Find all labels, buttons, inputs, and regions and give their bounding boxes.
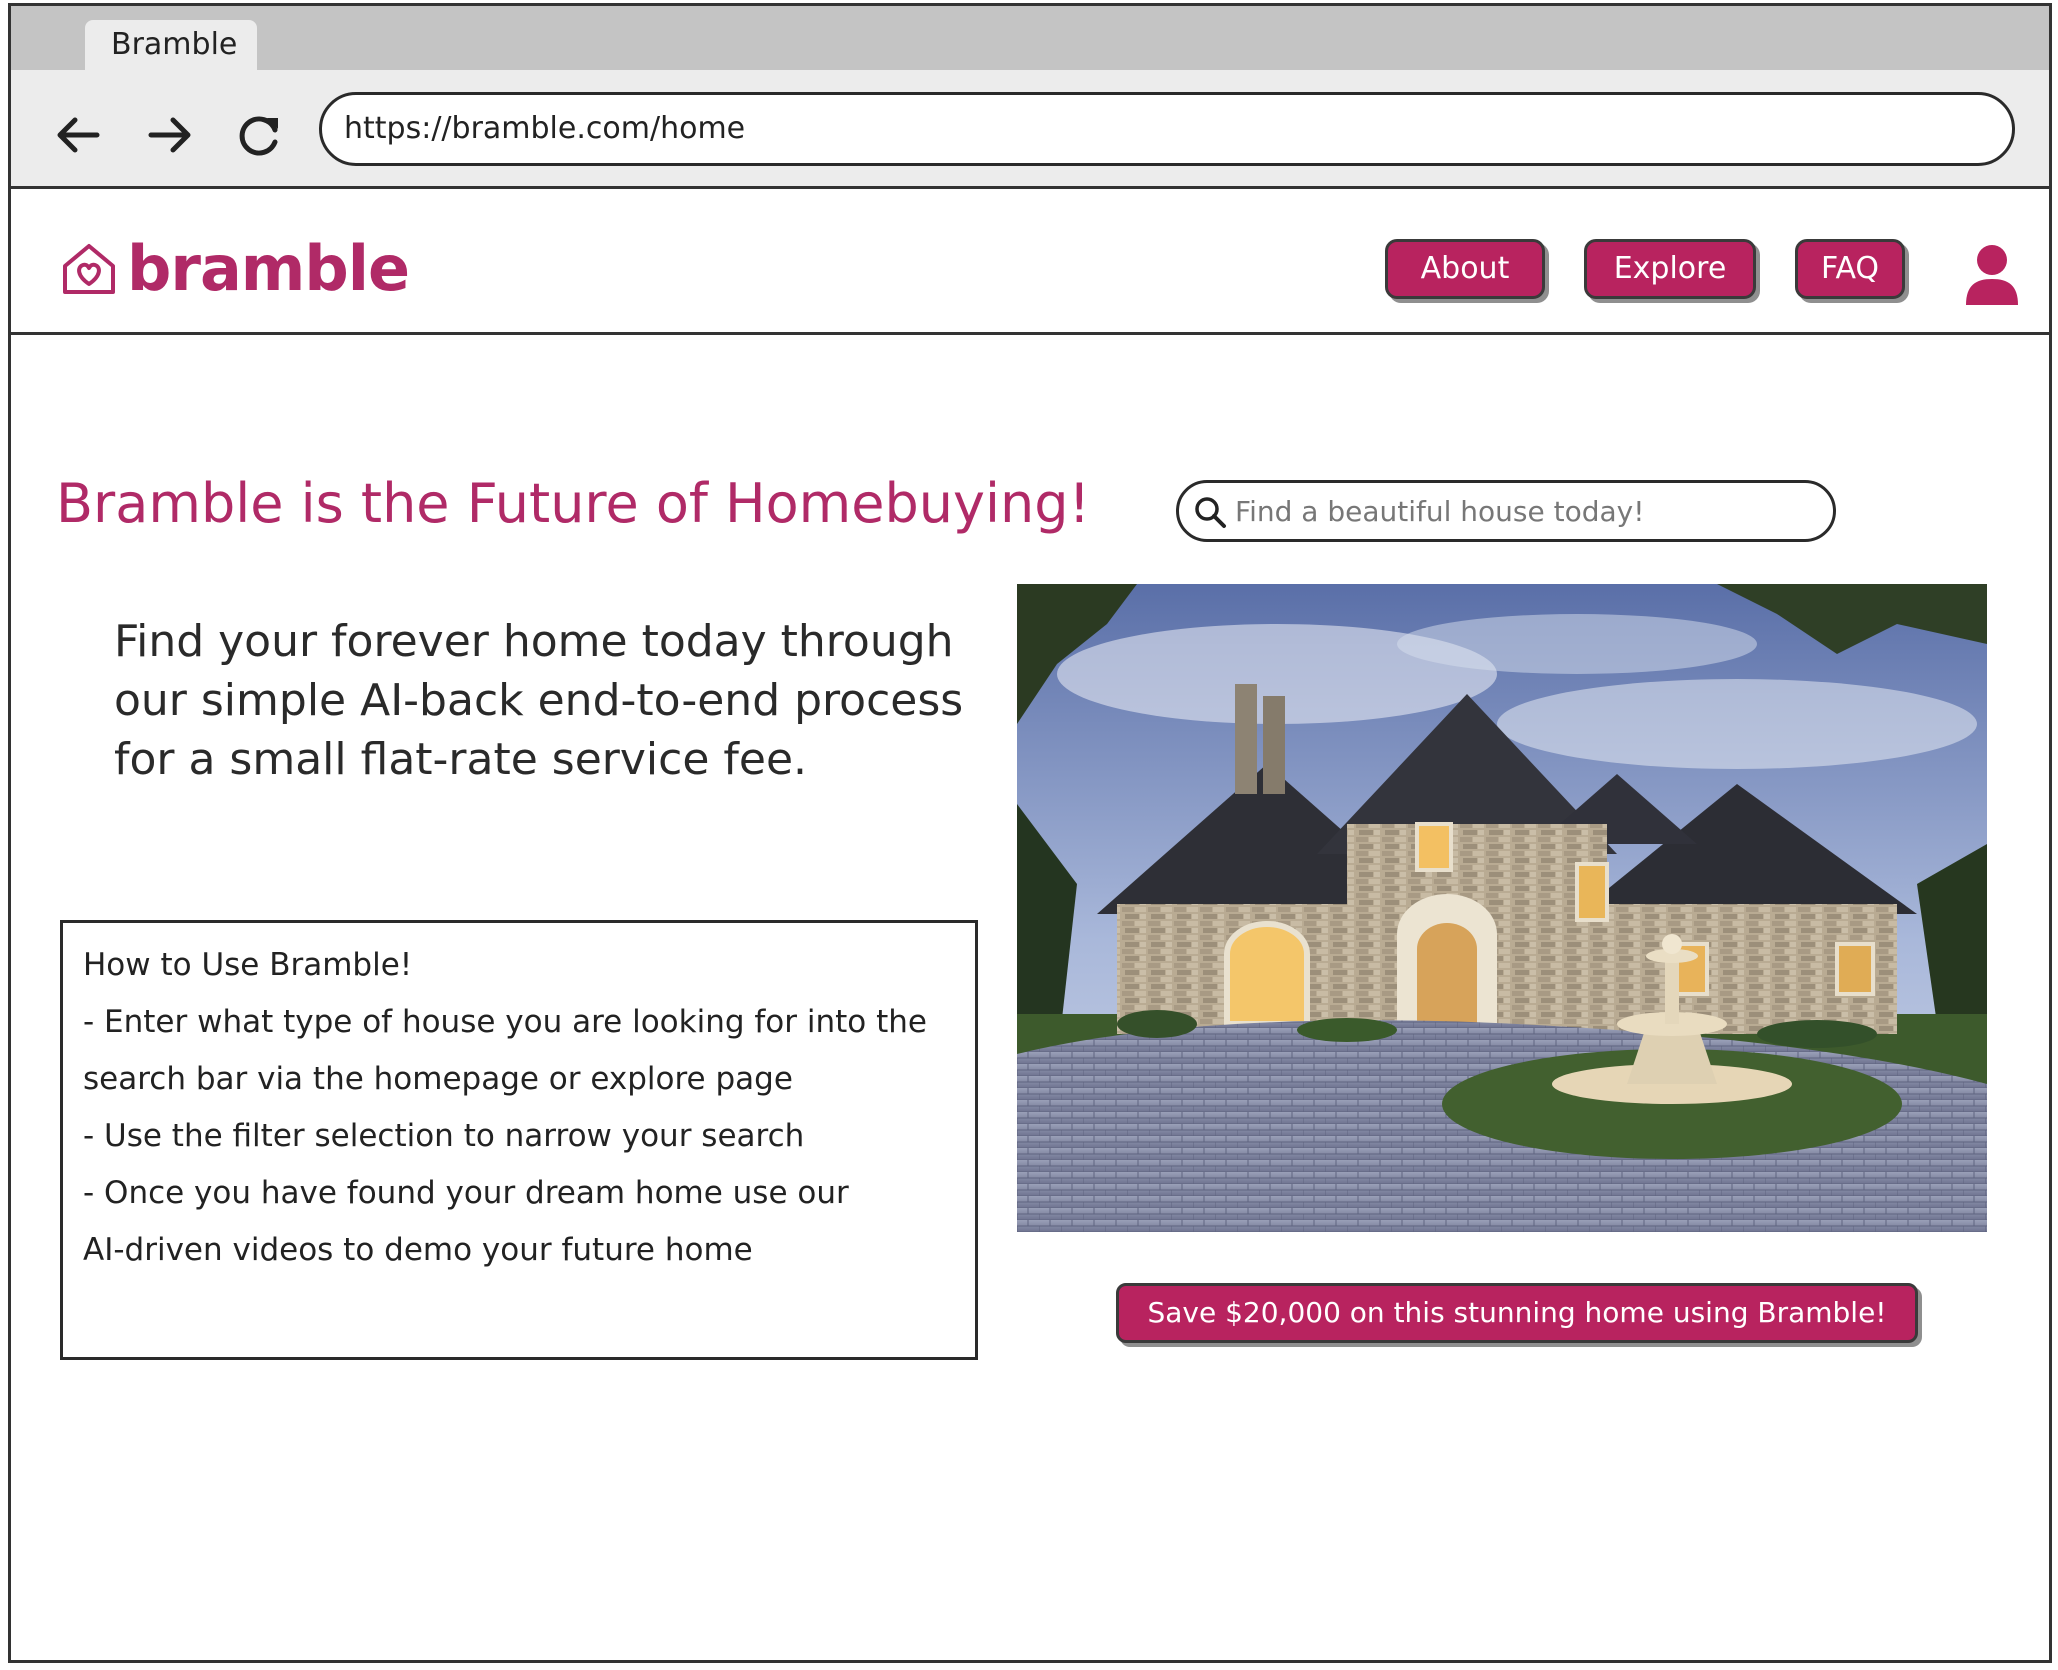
how-to-line: - Enter what type of house you are looki… [83,1004,927,1040]
house-heart-icon [59,240,119,298]
intro-text: Find your forever home today through our… [114,616,964,785]
how-to-line: search bar via the homepage or explore p… [83,1061,793,1097]
tab-strip: Bramble [11,6,2049,72]
site-header: bramble About Explore FAQ [11,189,2049,335]
how-to-line: AI-driven videos to demo your future hom… [83,1232,753,1268]
how-to-line: - Once you have found your dream home us… [83,1175,849,1211]
browser-tab[interactable]: Bramble [85,20,257,72]
address-bar[interactable]: https://bramble.com/home [319,92,2015,166]
how-to-box: How to Use Bramble! - Enter what type of… [60,920,978,1360]
browser-toolbar: https://bramble.com/home [11,70,2049,189]
how-to-title: How to Use Bramble! [83,947,413,983]
featured-house-image [1017,584,1987,1232]
search-input[interactable] [1235,489,1815,533]
search-icon [1193,495,1227,529]
reload-icon[interactable] [233,108,287,162]
back-arrow-icon[interactable] [51,108,105,162]
how-to-line: - Use the filter selection to narrow you… [83,1118,805,1154]
search-bar[interactable] [1176,480,1836,542]
nav-faq-button[interactable]: FAQ [1795,239,1905,299]
user-icon[interactable] [1962,243,2022,307]
promo-button[interactable]: Save $20,000 on this stunning home using… [1116,1283,1918,1343]
page-headline: Bramble is the Future of Homebuying! [56,472,1091,535]
logo[interactable]: bramble [59,232,410,305]
nav-explore-button[interactable]: Explore [1584,239,1756,299]
nav-about-button[interactable]: About [1385,239,1545,299]
logo-text: bramble [127,232,410,305]
forward-arrow-icon[interactable] [143,108,197,162]
